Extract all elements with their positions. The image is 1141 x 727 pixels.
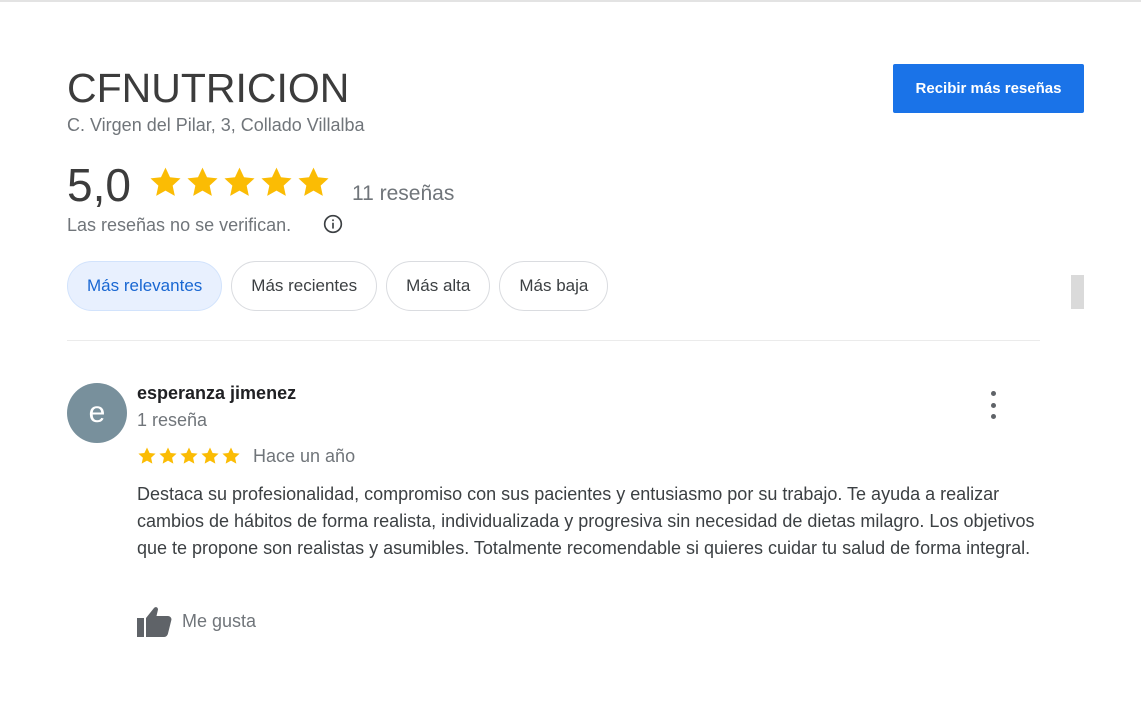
business-address: C. Virgen del Pilar, 3, Collado Villalba: [67, 115, 365, 135]
star-icon: [224, 167, 255, 196]
sort-chip-highest[interactable]: Más alta: [386, 261, 491, 311]
star-icon: [150, 167, 181, 196]
review-time: Hace un año: [253, 446, 356, 466]
star-icon: [298, 167, 329, 196]
like-button[interactable]: Me gusta: [137, 605, 256, 637]
divider: [67, 340, 1040, 341]
star-icon: [222, 447, 240, 464]
average-rating: 5,0: [67, 159, 131, 211]
star-icon: [138, 447, 156, 464]
star-icon: [201, 447, 219, 464]
info-icon[interactable]: [323, 214, 343, 234]
like-label: Me gusta: [182, 610, 257, 631]
avatar[interactable]: e: [67, 383, 127, 443]
unverified-notice: Las reseñas no se verifican.: [67, 215, 292, 235]
more-vert-icon[interactable]: [982, 391, 1004, 419]
sort-chip-most-relevant[interactable]: Más relevantes: [67, 261, 223, 311]
scrollbar-thumb[interactable]: [1071, 275, 1084, 309]
rating-stars: [148, 165, 331, 200]
star-icon: [159, 447, 177, 464]
review-author[interactable]: esperanza jimenez: [137, 383, 296, 404]
sort-chip-lowest[interactable]: Más baja: [499, 261, 609, 311]
review-text: Destaca su profesionalidad, compromiso c…: [137, 484, 1035, 558]
thumbs-up-icon: [137, 607, 172, 637]
sort-chips: Más relevantes Más recientes Más alta Má…: [67, 261, 609, 311]
review-stars: [137, 446, 241, 466]
star-icon: [180, 447, 198, 464]
get-more-reviews-button[interactable]: Recibir más reseñas: [893, 64, 1084, 113]
star-icon: [187, 167, 218, 196]
star-icon: [261, 167, 292, 196]
business-title: CFNUTRICION: [67, 65, 350, 111]
review-count: 11 reseñas: [352, 182, 455, 205]
sort-chip-newest[interactable]: Más recientes: [231, 261, 378, 311]
author-review-count: 1 reseña: [137, 410, 208, 430]
